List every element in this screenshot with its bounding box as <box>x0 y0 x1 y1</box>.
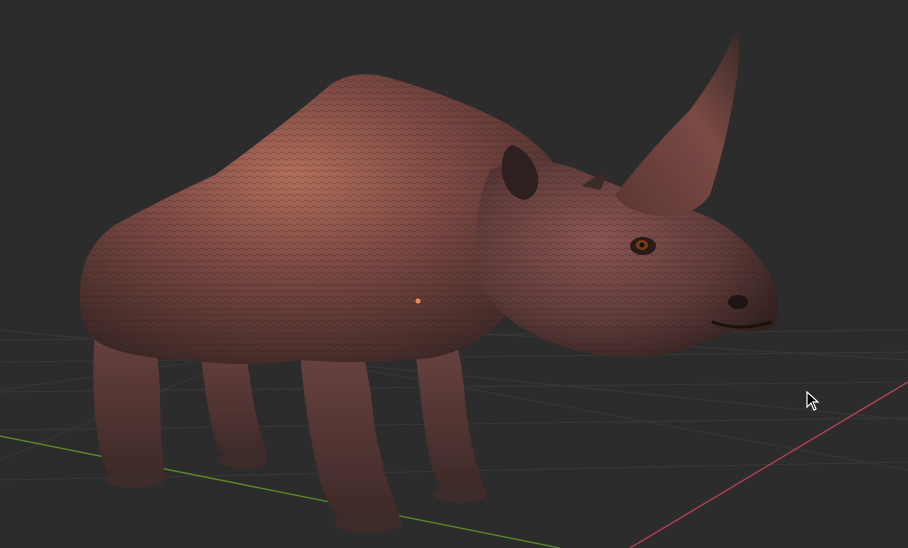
rhinoceros-model <box>79 33 778 533</box>
viewport-scene <box>0 33 908 548</box>
origin-point <box>415 298 421 304</box>
x-axis-line <box>629 381 908 548</box>
arrow-cursor-icon <box>806 391 820 411</box>
3d-viewport[interactable] <box>0 0 908 548</box>
